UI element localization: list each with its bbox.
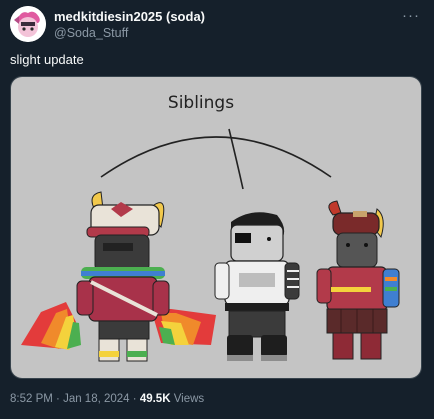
author-display-name[interactable]: medkitdiesin2025 (soda) (54, 9, 205, 24)
tweet-text: slight update (10, 52, 84, 67)
pink-character-avatar-icon (10, 6, 46, 42)
drawing-caption: Siblings (168, 93, 234, 113)
tweet-image[interactable]: Siblings (10, 76, 422, 379)
siblings-drawing: Siblings (11, 77, 421, 378)
views-count: 49.5K (139, 393, 171, 405)
tweet-date[interactable]: Jan 18, 2024 (63, 393, 130, 405)
tweet-time[interactable]: 8:52 PM (10, 393, 53, 405)
author-handle[interactable]: @Soda_Stuff (54, 26, 128, 40)
more-dots-icon[interactable]: ··· (402, 8, 420, 23)
author-avatar[interactable] (10, 6, 46, 42)
tweet-meta: 8:52 PM · Jan 18, 2024 · 49.5K Views (10, 393, 204, 405)
views-label: Views (170, 393, 205, 405)
meta-separator: · (129, 393, 140, 405)
meta-separator: · (52, 393, 64, 405)
